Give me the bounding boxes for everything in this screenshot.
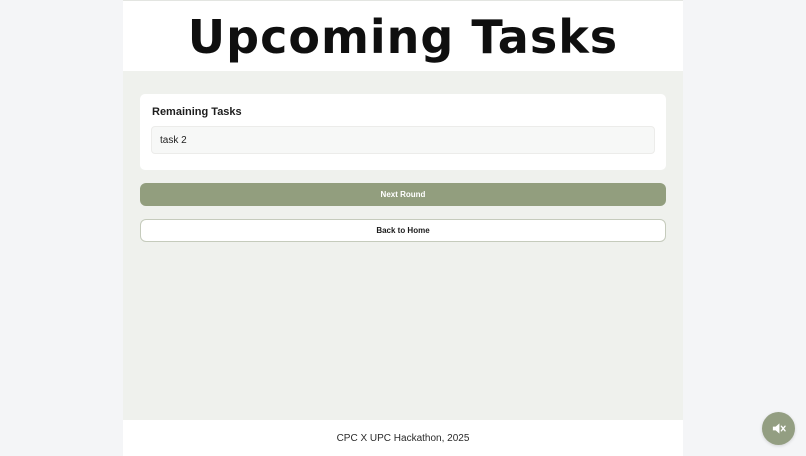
- remaining-tasks-card: Remaining Tasks task 2: [140, 94, 666, 170]
- remaining-tasks-title: Remaining Tasks: [152, 106, 242, 118]
- main-content: Remaining Tasks task 2 Next Round Back t…: [123, 71, 683, 420]
- footer-text: CPC X UPC Hackathon, 2025: [336, 432, 470, 444]
- back-to-home-button[interactable]: Back to Home: [140, 219, 666, 242]
- next-round-button[interactable]: Next Round: [140, 183, 666, 206]
- sound-toggle-button[interactable]: [762, 412, 795, 445]
- page-title: Upcoming Tasks: [187, 10, 619, 64]
- header: Upcoming Tasks: [123, 0, 683, 71]
- speaker-muted-icon: [772, 423, 786, 434]
- task-item: task 2: [151, 126, 655, 154]
- app-container: Upcoming Tasks Remaining Tasks task 2 Ne…: [123, 0, 683, 456]
- footer: CPC X UPC Hackathon, 2025: [123, 420, 683, 456]
